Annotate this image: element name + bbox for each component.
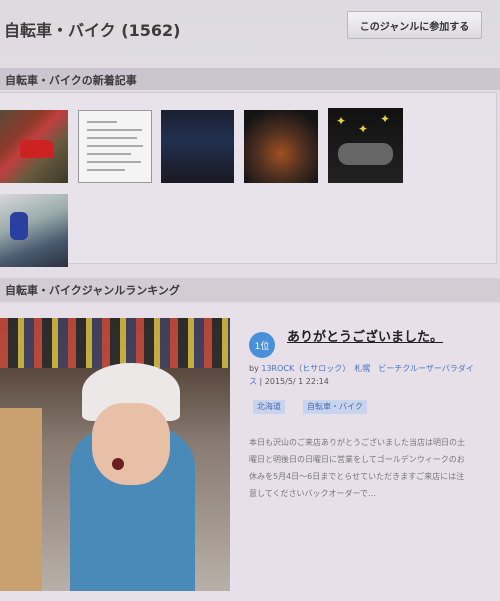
page-title: 自転車・バイク (1562) xyxy=(4,21,181,40)
article-thumbnail[interactable] xyxy=(161,110,234,183)
new-articles-heading-bar: 自転車・バイクの新着記事 xyxy=(0,68,500,90)
ranking-article-meta: by 13ROCK（ヒサロック） 札幌 ビーチクルーザーパラダイス | 2015… xyxy=(249,362,479,388)
article-thumbnail[interactable] xyxy=(0,194,68,267)
rank-badge: 1位 xyxy=(249,332,275,358)
ranking-article-photo[interactable] xyxy=(0,318,230,591)
screen: 自転車・バイク (1562) このジャンルに参加する 自転車・バイクの新着記事 … xyxy=(0,0,500,601)
new-articles-heading: 自転車・バイクの新着記事 xyxy=(5,74,137,87)
article-thumbnail[interactable]: ✦ ✦ ✦ xyxy=(328,108,403,183)
article-thumbnail[interactable] xyxy=(244,110,318,183)
tag-hokkaido[interactable]: 北海道 xyxy=(253,400,285,414)
genre-header: 自転車・バイク (1562) このジャンルに参加する xyxy=(0,0,500,58)
post-date: | 2015/5/ 1 22:14 xyxy=(259,377,329,386)
article-thumbnail[interactable] xyxy=(0,110,68,183)
ranking-panel: 1位 ありがとうございました。 by 13ROCK（ヒサロック） 札幌 ビーチク… xyxy=(0,304,500,601)
ranking-article-excerpt: 本日も沢山のご来店ありがとうございました当店は明日の土曜日と明後日の日曜日に営業… xyxy=(249,438,465,498)
tag-bicycle-bike[interactable]: 自転車・バイク xyxy=(303,400,367,414)
ranking-article-title[interactable]: ありがとうございました。 xyxy=(287,326,443,345)
article-thumbnail[interactable] xyxy=(78,110,152,183)
join-genre-button[interactable]: このジャンルに参加する xyxy=(347,11,482,39)
ranking-heading: 自転車・バイクジャンルランキング xyxy=(5,284,180,297)
ranking-heading-bar: 自転車・バイクジャンルランキング xyxy=(0,278,500,302)
new-articles-panel: ✦ ✦ ✦ xyxy=(0,92,497,267)
by-prefix: by xyxy=(249,364,259,373)
